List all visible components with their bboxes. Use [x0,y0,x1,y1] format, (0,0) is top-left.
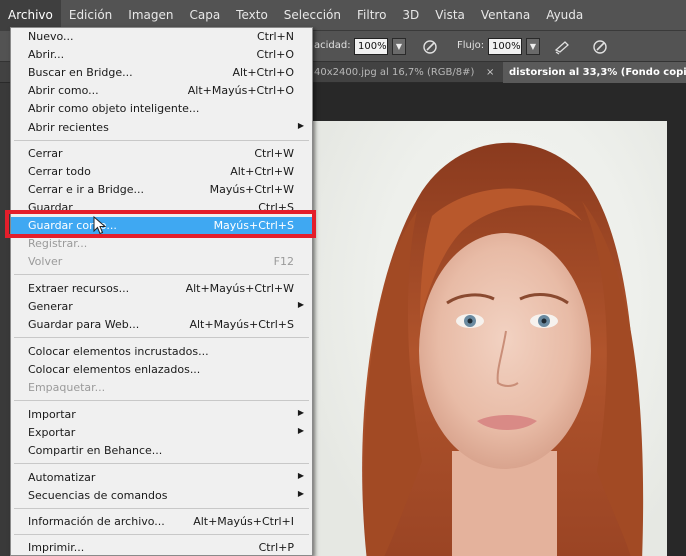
close-icon[interactable]: × [486,62,494,83]
submenu-arrow-icon: ▶ [297,489,304,498]
opacity-input[interactable]: 100% [354,38,388,55]
menu-separator [14,274,309,275]
tab-document-1[interactable]: 40x2400.jpg al 16,7% (RGB/8#) [314,62,484,83]
menu-item-cerrar-ir-bridge[interactable]: Cerrar e ir a Bridge... Mayús+Ctrl+W [11,181,312,199]
submenu-arrow-icon: ▶ [297,300,304,309]
menu-item-abrir-como[interactable]: Abrir como... Alt+Mayús+Ctrl+O [11,82,312,100]
menu-vista[interactable]: Vista [427,0,473,31]
menu-item-secuencias-comandos[interactable]: Secuencias de comandos ▶ [11,487,312,505]
menu-imagen[interactable]: Imagen [120,0,181,31]
mouse-cursor-icon [93,216,107,235]
highlight-annotation-box [5,210,316,238]
menu-item-exportar[interactable]: Exportar ▶ [11,424,312,442]
portrait-photo [312,121,667,556]
menu-item-guardar-para-web[interactable]: Guardar para Web... Alt+Mayús+Ctrl+S [11,316,312,334]
menu-item-cerrar[interactable]: Cerrar Ctrl+W [11,145,312,163]
menu-item-cerrar-todo[interactable]: Cerrar todo Alt+Ctrl+W [11,163,312,181]
menu-ventana[interactable]: Ventana [473,0,538,31]
submenu-arrow-icon: ▶ [297,426,304,435]
menu-capa[interactable]: Capa [181,0,228,31]
menu-item-buscar-en-bridge[interactable]: Buscar en Bridge... Alt+Ctrl+O [11,64,312,82]
opacity-dropdown-arrow[interactable]: ▼ [392,38,406,55]
flow-input[interactable]: 100% [488,38,522,55]
opacity-label: acidad: [314,40,351,51]
menu-item-compartir-behance[interactable]: Compartir en Behance... [11,442,312,460]
menu-item-informacion-archivo[interactable]: Información de archivo... Alt+Mayús+Ctrl+… [11,513,312,531]
menu-separator [14,463,309,464]
menu-item-abrir[interactable]: Abrir... Ctrl+O [11,46,312,64]
flow-label: Flujo: [457,40,485,51]
menu-item-generar[interactable]: Generar ▶ [11,298,312,316]
menu-separator [14,140,309,141]
menu-ayuda[interactable]: Ayuda [538,0,591,31]
menu-item-nuevo[interactable]: Nuevo... Ctrl+N [11,28,312,46]
menu-item-extraer-recursos[interactable]: Extraer recursos... Alt+Mayús+Ctrl+W [11,280,312,298]
menu-texto[interactable]: Texto [228,0,276,31]
airbrush-icon[interactable] [553,38,571,56]
menu-separator [14,508,309,509]
submenu-arrow-icon: ▶ [297,471,304,480]
menu-seleccion[interactable]: Selección [276,0,349,31]
document-canvas[interactable] [312,83,686,556]
menu-separator [14,400,309,401]
tab-document-distorsion[interactable]: distorsion al 33,3% (Fondo copia, [503,62,686,83]
menu-item-empaquetar: Empaquetar... [28,381,106,394]
menu-archivo[interactable]: Archivo [0,0,61,31]
pressure-opacity-icon[interactable] [421,38,439,56]
flow-dropdown-arrow[interactable]: ▼ [526,38,540,55]
menu-3d[interactable]: 3D [394,0,427,31]
menu-item-imprimir[interactable]: Imprimir... Ctrl+P [11,539,312,556]
menu-item-automatizar[interactable]: Automatizar ▶ [11,469,312,487]
menu-item-abrir-objeto-inteligente[interactable]: Abrir como objeto inteligente... [11,100,312,118]
tools-panel [0,83,10,556]
submenu-arrow-icon: ▶ [297,121,304,130]
menu-item-abrir-recientes[interactable]: Abrir recientes ▶ [11,119,312,137]
menu-item-volver: Volver F12 [28,255,294,268]
file-menu-dropdown: Nuevo... Ctrl+N Abrir... Ctrl+O Buscar en … [10,27,313,556]
menu-item-importar[interactable]: Importar ▶ [11,406,312,424]
pressure-size-icon[interactable] [591,38,609,56]
menu-item-colocar-enlazados[interactable]: Colocar elementos enlazados... [11,361,312,379]
menu-separator [14,534,309,535]
menu-item-colocar-incrustados[interactable]: Colocar elementos incrustados... [11,343,312,361]
submenu-arrow-icon: ▶ [297,408,304,417]
menu-filtro[interactable]: Filtro [349,0,394,31]
menu-edicion[interactable]: Edición [61,0,120,31]
menu-separator [14,337,309,338]
